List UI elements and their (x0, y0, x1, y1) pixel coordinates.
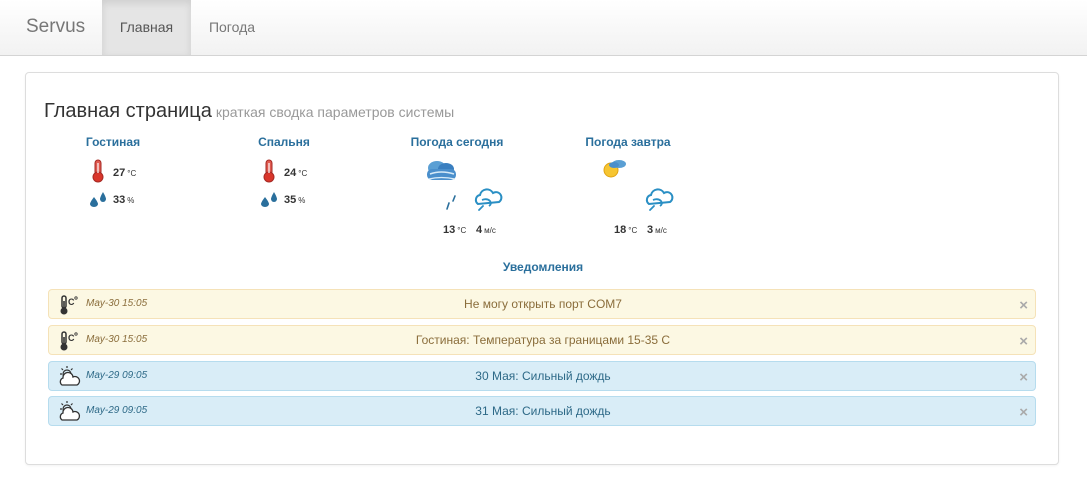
close-icon[interactable]: × (1019, 334, 1028, 349)
top-navbar: Servus Главная Погода (0, 0, 1087, 56)
humidity-icon (90, 192, 106, 207)
notifications-title: Уведомления (502, 260, 584, 274)
humidity-reading: 33% (113, 189, 134, 209)
wind-cloud-icon (474, 188, 503, 211)
thermometer-icon (92, 159, 104, 183)
temperature-value: 13 (443, 224, 456, 236)
humidity-reading: 35% (284, 189, 305, 209)
forecast-temperature: 13 °C (443, 219, 466, 239)
weather-title: Погода сегодня (410, 135, 504, 149)
rain-drops-icon (446, 195, 456, 210)
nav-item-home[interactable]: Главная (102, 0, 191, 55)
notification-text: Гостиная: Температура за границами 15-35… (415, 333, 671, 347)
notification-info: May-29 09:05 30 Мая: Сильный дождь × (48, 361, 1036, 391)
humidity-value: 33 (113, 194, 126, 206)
temperature-unit: °C (457, 226, 467, 235)
forecast-wind: 4 м/с (476, 219, 496, 239)
forecast-temperature: 18 °C (614, 219, 637, 239)
wind-unit: м/с (655, 226, 667, 235)
close-icon[interactable]: × (1019, 298, 1028, 313)
humidity-icon (261, 192, 277, 207)
room-card-bedroom: Спальня 24 °C 35% (204, 135, 364, 207)
weather-card-today: Погода сегодня 13 °C 4 м/с (377, 135, 537, 236)
wind-value: 4 (476, 224, 483, 236)
humidity-unit: % (298, 196, 306, 205)
thermometer-icon (263, 159, 275, 183)
temperature-unit: °C (127, 169, 137, 178)
notification-text: 31 Мая: Сильный дождь (475, 404, 611, 418)
notification-text: Не могу открыть порт COM7 (464, 297, 622, 311)
humidity-unit: % (127, 196, 135, 205)
forecast-wind: 3 м/с (647, 219, 667, 239)
temperature-reading: 24 °C (284, 162, 307, 182)
wind-value: 3 (647, 224, 654, 236)
notification-text: 30 Мая: Сильный дождь (475, 369, 611, 383)
room-card-living: Гостиная 27 °C 33% (33, 135, 193, 207)
room-name: Спальня (258, 135, 310, 149)
notification-warning: C May-30 15:05 Не могу открыть порт COM7… (48, 289, 1036, 319)
temperature-value: 18 (614, 224, 627, 236)
nav-item-weather[interactable]: Погода (192, 0, 272, 55)
main-panel: Главная страница краткая сводка параметро… (25, 72, 1059, 465)
page-header: Главная страница краткая сводка параметро… (44, 99, 454, 124)
weather-title: Погода завтра (585, 135, 671, 149)
temperature-unit: °C (628, 226, 638, 235)
close-icon[interactable]: × (1019, 370, 1028, 385)
room-name: Гостиная (85, 135, 141, 149)
notification-info: May-29 09:05 31 Мая: Сильный дождь × (48, 396, 1036, 426)
temperature-value: 24 (284, 167, 297, 179)
humidity-value: 35 (284, 194, 297, 206)
brand-logo[interactable]: Servus (26, 16, 85, 38)
wind-unit: м/с (484, 226, 496, 235)
page-title: Главная страница (44, 100, 212, 122)
notification-warning: C May-30 15:05 Гостиная: Температура за … (48, 325, 1036, 355)
temperature-reading: 27 °C (113, 162, 136, 182)
page-subtitle: краткая сводка параметров системы (215, 104, 455, 120)
temperature-value: 27 (113, 167, 126, 179)
sun-cloud-icon (603, 160, 626, 178)
close-icon[interactable]: × (1019, 405, 1028, 420)
cloudy-rain-icon (427, 161, 456, 180)
temperature-unit: °C (298, 169, 308, 178)
weather-card-tomorrow: Погода завтра 18 °C 3 м/с (548, 135, 708, 236)
wind-cloud-icon (645, 188, 674, 211)
